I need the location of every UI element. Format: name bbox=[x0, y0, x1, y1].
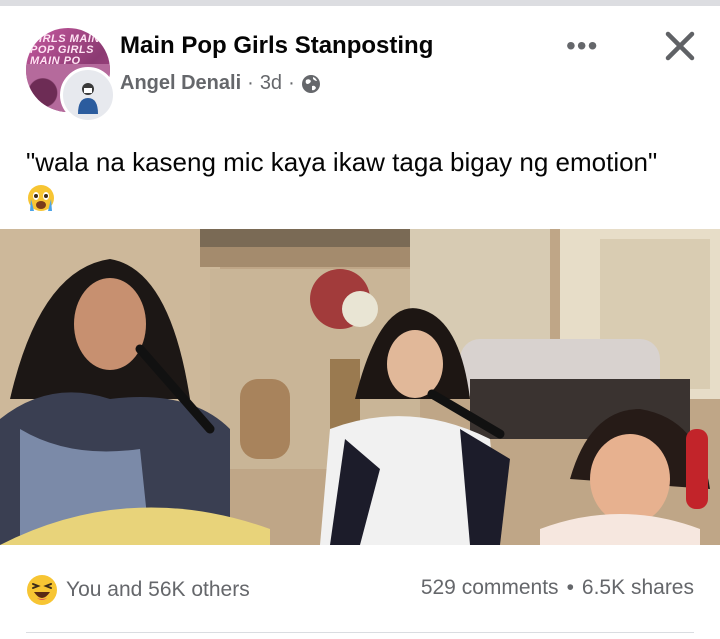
person-icon bbox=[78, 83, 98, 114]
meta-separator: · bbox=[288, 72, 295, 94]
caption-text: "wala na kaseng mic kaya ikaw taga bigay… bbox=[26, 147, 658, 177]
top-bar bbox=[0, 0, 720, 6]
comments-count[interactable]: 529 comments bbox=[421, 576, 559, 600]
more-options-button[interactable]: ••• bbox=[566, 32, 606, 60]
author-avatar[interactable] bbox=[60, 67, 116, 123]
globe-icon bbox=[301, 74, 320, 93]
reactions-summary[interactable]: You and 56K others bbox=[26, 574, 250, 606]
reactions-text: You and 56K others bbox=[66, 578, 250, 601]
author-name[interactable]: Angel Denali bbox=[120, 72, 241, 95]
close-icon[interactable] bbox=[660, 26, 700, 66]
post-meta: Angel Denali · 3d · bbox=[120, 72, 321, 95]
stats-separator: • bbox=[566, 576, 574, 599]
post-time[interactable]: 3d bbox=[260, 72, 282, 95]
post-caption: "wala na kaseng mic kaya ikaw taga bigay… bbox=[26, 144, 666, 216]
post-photo[interactable] bbox=[0, 229, 720, 545]
page-name[interactable]: Main Pop Girls Stanposting bbox=[120, 32, 433, 60]
shares-count[interactable]: 6.5K shares bbox=[582, 576, 694, 600]
engagement-stats: 529 comments • 6.5K shares bbox=[421, 576, 694, 600]
meta-separator: · bbox=[247, 72, 254, 94]
laughing-face-icon bbox=[27, 575, 57, 605]
avatar-banner-text: GIRLS MAIN POP GIRLS MAIN PO bbox=[30, 33, 100, 67]
footer-divider bbox=[26, 632, 694, 633]
crying-face-icon bbox=[28, 185, 54, 211]
